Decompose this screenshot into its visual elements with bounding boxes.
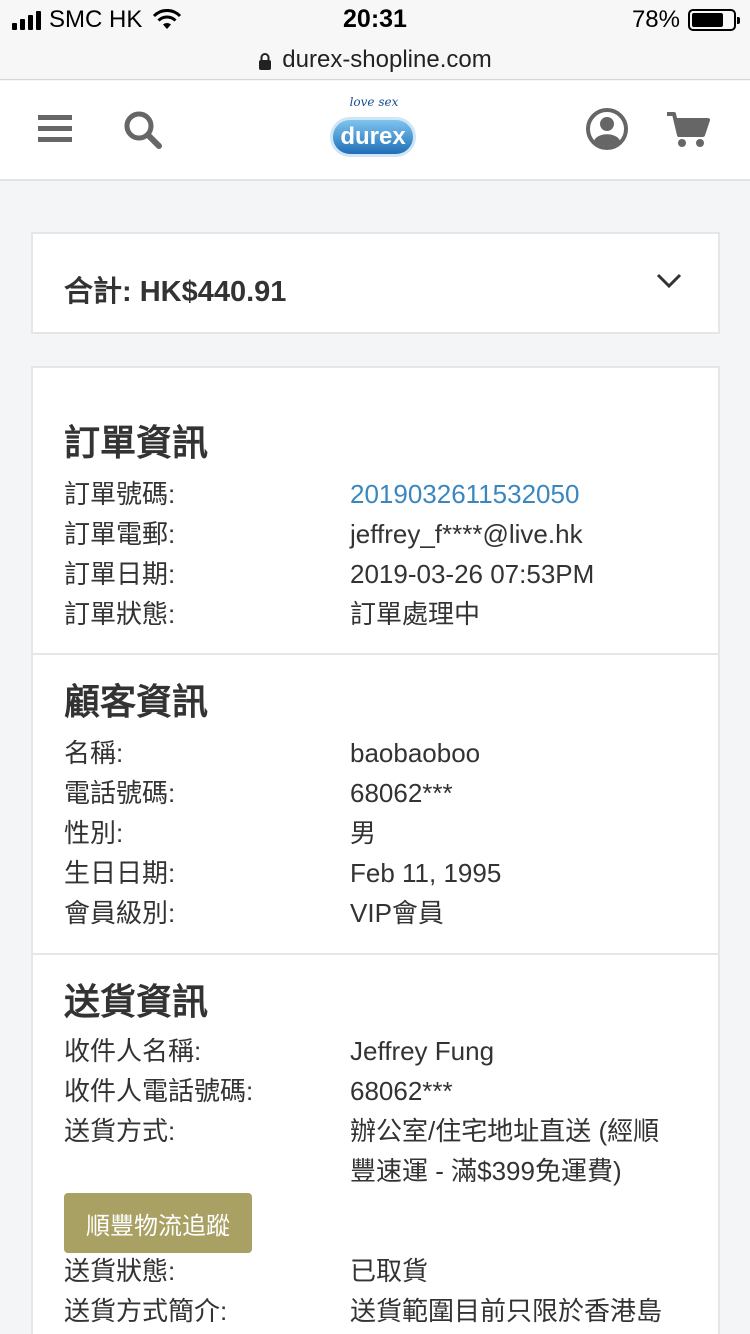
customer-gender-value: 男 <box>350 818 377 848</box>
url-text: durex-shopline.com <box>282 45 492 73</box>
delivery-info-section: 送貨資訊 收件人名稱: Jeffrey Fung 收件人電話號碼: 68062*… <box>33 953 718 1334</box>
address-bar[interactable]: durex-shopline.com <box>0 40 750 80</box>
account-icon[interactable] <box>585 107 629 151</box>
order-total-toggle[interactable]: 合計: HK$440.91 <box>31 232 720 334</box>
order-number-link[interactable]: 2019032611532050 <box>350 474 700 514</box>
menu-icon[interactable] <box>38 113 76 145</box>
order-info-section: 訂單資訊 訂單號碼: 2019032611532050 訂單電郵: jeffre… <box>33 368 718 653</box>
shipping-method-value: 辦公室/住宅地址直送 (經順 <box>350 1116 660 1146</box>
customer-info-section: 顧客資訊 名稱: baobaoboo 電話號碼: 68062*** 性別: 男 … <box>33 653 718 953</box>
delivery-status-label: 送貨狀態: <box>64 1256 176 1286</box>
customer-name-label: 名稱: <box>64 738 124 768</box>
logo-badge: durex <box>330 117 416 157</box>
shipping-method-label: 送貨方式: <box>64 1116 176 1146</box>
delivery-status-value: 已取貨 <box>350 1256 429 1286</box>
battery-icon <box>688 9 740 31</box>
shipping-method-value-cont: 豐速運 - 滿$399免運費) <box>350 1156 622 1186</box>
chevron-down-icon[interactable] <box>656 272 682 290</box>
order-email-label: 訂單電郵: <box>64 519 176 549</box>
order-status-label: 訂單狀態: <box>64 599 176 629</box>
customer-birthday-label: 生日日期: <box>64 858 176 888</box>
customer-birthday-value: Feb 11, 1995 <box>350 858 502 888</box>
customer-name-value: baobaoboo <box>350 738 481 768</box>
recipient-phone-label: 收件人電話號碼: <box>64 1076 254 1106</box>
logo-tagline: love sex <box>349 95 399 109</box>
recipient-name-label: 收件人名稱: <box>64 1036 202 1066</box>
cart-icon[interactable] <box>666 111 710 149</box>
customer-phone-label: 電話號碼: <box>64 778 176 808</box>
membership-level-label: 會員級別: <box>64 898 176 928</box>
battery-percent: 78% <box>631 6 680 33</box>
order-status-value: 訂單處理中 <box>350 599 481 629</box>
order-date-label: 訂單日期: <box>64 559 176 589</box>
lock-icon <box>259 52 272 70</box>
durex-logo[interactable]: love sex durex <box>326 91 422 171</box>
order-email-value: jeffrey_f****@live.hk <box>350 519 583 549</box>
search-icon[interactable] <box>122 109 164 151</box>
order-info-title: 訂單資訊 <box>64 422 209 463</box>
shipping-description-value: 送貨範圍目前只限於香港島 <box>350 1296 663 1326</box>
sf-tracking-button[interactable]: 順豐物流追蹤 <box>64 1193 252 1253</box>
order-number-label: 訂單號碼: <box>64 479 176 509</box>
site-header: love sex durex <box>0 81 750 181</box>
status-bar: SMC HK 20:31 78% <box>0 0 750 40</box>
order-date-value: 2019-03-26 07:53PM <box>350 559 595 589</box>
shipping-description-label: 送貨方式簡介: <box>64 1296 228 1326</box>
recipient-phone-value: 68062*** <box>350 1076 453 1106</box>
customer-phone-value: 68062*** <box>350 778 453 808</box>
membership-level-value: VIP會員 <box>350 898 444 928</box>
customer-info-title: 顧客資訊 <box>64 681 209 722</box>
order-total: 合計: HK$440.91 <box>64 276 287 308</box>
delivery-info-title: 送貨資訊 <box>64 981 209 1022</box>
customer-gender-label: 性別: <box>64 818 124 848</box>
order-details-card: 訂單資訊 訂單號碼: 2019032611532050 訂單電郵: jeffre… <box>31 366 720 1334</box>
recipient-name-value: Jeffrey Fung <box>350 1036 495 1066</box>
